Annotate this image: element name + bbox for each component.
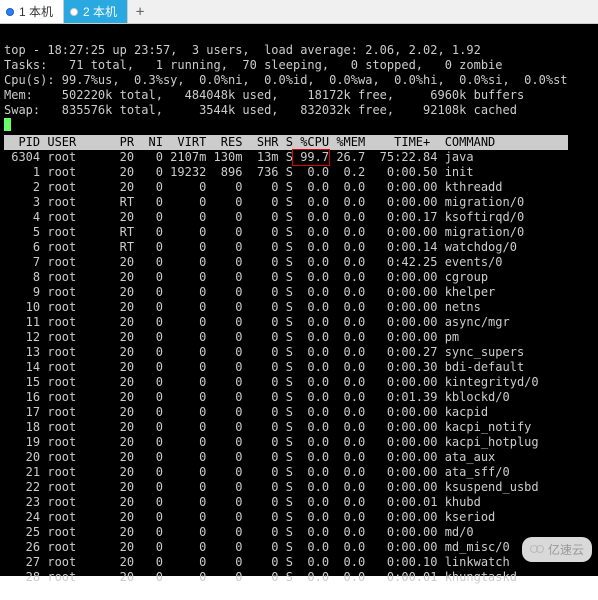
- process-row: 19 root 20 0 0 0 0 S 0.0 0.0 0:00.00 kac…: [4, 435, 594, 450]
- process-row: 15 root 20 0 0 0 0 S 0.0 0.0 0:00.00 kin…: [4, 375, 594, 390]
- process-row: 24 root 20 0 0 0 0 S 0.0 0.0 0:00.00 kse…: [4, 510, 594, 525]
- add-tab-button[interactable]: +: [128, 0, 152, 23]
- process-row: 14 root 20 0 0 0 0 S 0.0 0.0 0:00.30 bdi…: [4, 360, 594, 375]
- watermark: 亿速云: [522, 537, 592, 562]
- process-row: 16 root 20 0 0 0 0 S 0.0 0.0 0:01.39 kbl…: [4, 390, 594, 405]
- terminal-output[interactable]: top - 18:27:25 up 23:57, 3 users, load a…: [0, 24, 598, 576]
- process-row: 3 root RT 0 0 0 0 S 0.0 0.0 0:00.00 migr…: [4, 195, 594, 210]
- process-row: 1 root 20 0 19232 896 736 S 0.0 0.2 0:00…: [4, 165, 594, 180]
- process-row: 25 root 20 0 0 0 0 S 0.0 0.0 0:00.00 md/…: [4, 525, 594, 540]
- process-row: 23 root 20 0 0 0 0 S 0.0 0.0 0:00.01 khu…: [4, 495, 594, 510]
- process-row: 21 root 20 0 0 0 0 S 0.0 0.0 0:00.00 ata…: [4, 465, 594, 480]
- process-row: 13 root 20 0 0 0 0 S 0.0 0.0 0:00.27 syn…: [4, 345, 594, 360]
- process-row: 20 root 20 0 0 0 0 S 0.0 0.0 0:00.00 ata…: [4, 450, 594, 465]
- process-row: 8 root 20 0 0 0 0 S 0.0 0.0 0:00.00 cgro…: [4, 270, 594, 285]
- process-row: 17 root 20 0 0 0 0 S 0.0 0.0 0:00.00 kac…: [4, 405, 594, 420]
- process-row: 22 root 20 0 0 0 0 S 0.0 0.0 0:00.00 ksu…: [4, 480, 594, 495]
- tab-label: 1 本机: [19, 3, 53, 20]
- process-row: 7 root 20 0 0 0 0 S 0.0 0.0 0:42.25 even…: [4, 255, 594, 270]
- process-row: 10 root 20 0 0 0 0 S 0.0 0.0 0:00.00 net…: [4, 300, 594, 315]
- top-summary-line5: Swap: 835576k total, 3544k used, 832032k…: [4, 103, 517, 117]
- top-summary-line4: Mem: 502220k total, 484048k used, 18172k…: [4, 88, 524, 102]
- tab-status-icon: [70, 8, 78, 16]
- process-row: 11 root 20 0 0 0 0 S 0.0 0.0 0:00.00 asy…: [4, 315, 594, 330]
- tab-status-icon: [6, 8, 14, 16]
- process-column-header: PID USER PR NI VIRT RES SHR S %CPU %MEM …: [4, 135, 568, 150]
- tab-label: 2 本机: [83, 3, 117, 20]
- watermark-text: 亿速云: [548, 541, 584, 558]
- process-row: 2 root 20 0 0 0 0 S 0.0 0.0 0:00.00 kthr…: [4, 180, 594, 195]
- top-summary-line1: top - 18:27:25 up 23:57, 3 users, load a…: [4, 43, 481, 57]
- tab-bar: 1 本机 2 本机 +: [0, 0, 598, 24]
- cpu-highlight: 99.7: [292, 149, 330, 166]
- infinity-icon: [530, 545, 544, 555]
- tab-0[interactable]: 1 本机: [0, 0, 64, 23]
- process-list: 6304 root 20 0 2107m 130m 13m S 99.7 26.…: [4, 150, 594, 585]
- process-row: 6 root RT 0 0 0 0 S 0.0 0.0 0:00.14 watc…: [4, 240, 594, 255]
- top-summary-line2: Tasks: 71 total, 1 running, 70 sleeping,…: [4, 58, 503, 72]
- process-row: 12 root 20 0 0 0 0 S 0.0 0.0 0:00.00 pm: [4, 330, 594, 345]
- process-row: 28 root 20 0 0 0 0 S 0.0 0.0 0:00.01 khu…: [4, 570, 594, 585]
- tab-1[interactable]: 2 本机: [64, 0, 128, 23]
- process-row: 27 root 20 0 0 0 0 S 0.0 0.0 0:00.10 lin…: [4, 555, 594, 570]
- cursor: [4, 118, 11, 131]
- process-row: 9 root 20 0 0 0 0 S 0.0 0.0 0:00.00 khel…: [4, 285, 594, 300]
- process-row: 4 root 20 0 0 0 0 S 0.0 0.0 0:00.17 ksof…: [4, 210, 594, 225]
- top-summary-line3: Cpu(s): 99.7%us, 0.3%sy, 0.0%ni, 0.0%id,…: [4, 73, 568, 87]
- process-row: 6304 root 20 0 2107m 130m 13m S 99.7 26.…: [4, 150, 594, 165]
- process-row: 26 root 20 0 0 0 0 S 0.0 0.0 0:00.00 md_…: [4, 540, 594, 555]
- process-row: 18 root 20 0 0 0 0 S 0.0 0.0 0:00.00 kac…: [4, 420, 594, 435]
- process-row: 5 root RT 0 0 0 0 S 0.0 0.0 0:00.00 migr…: [4, 225, 594, 240]
